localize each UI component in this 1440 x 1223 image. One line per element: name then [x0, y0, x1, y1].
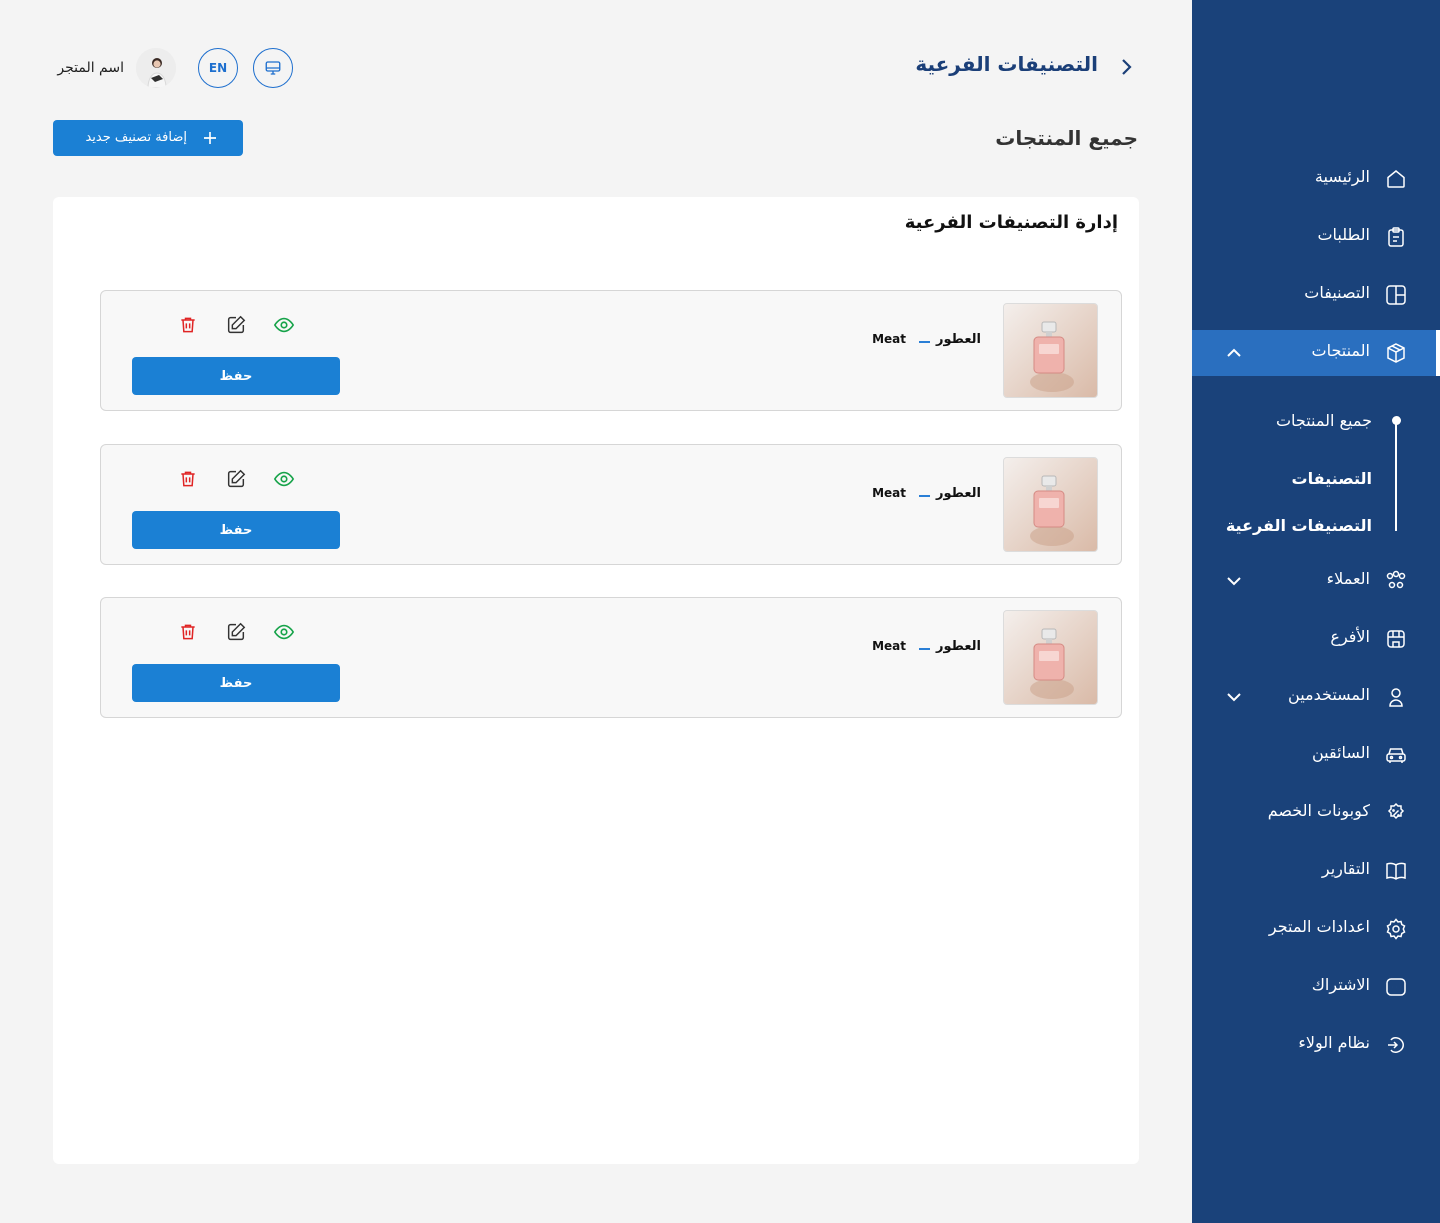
sidebar-item-coupons[interactable]: كوبونات الخصم — [1192, 790, 1440, 836]
orders-icon — [1388, 227, 1404, 247]
separator-dash — [919, 495, 930, 497]
sidebar-item-label: الأفرع — [1330, 627, 1370, 646]
section-heading: جميع المنتجات — [995, 126, 1138, 150]
product-thumbnail — [1003, 610, 1098, 705]
trash-icon[interactable] — [176, 620, 200, 644]
subcategories-panel: إدارة التصنيفات الفرعية العطور Meat حفظ … — [53, 197, 1139, 1164]
book-icon — [1386, 862, 1406, 880]
sidebar-item-label: كوبونات الخصم — [1267, 801, 1370, 820]
category-name: العطور — [936, 639, 981, 654]
subcategory-row: العطور Meat حفظ — [100, 444, 1122, 565]
avatar[interactable] — [136, 48, 176, 88]
plus-icon — [204, 132, 216, 144]
save-button[interactable]: حفظ — [132, 357, 340, 395]
sidebar-item-loyalty[interactable]: نظام الولاء — [1192, 1022, 1440, 1068]
sidebar-item-label: العملاء — [1326, 569, 1370, 588]
add-button-label: إضافة تصنيف جديد — [85, 130, 187, 145]
sidebar: الرئيسية الطلبات التصنيفات المنتجات جميع… — [1192, 0, 1440, 1223]
sidebar-item-label: السائقين — [1311, 743, 1370, 762]
avatar-image — [136, 48, 176, 88]
store-name[interactable]: اسم المتجر — [57, 60, 124, 76]
subscription-icon — [1386, 978, 1406, 996]
categories-icon — [1386, 285, 1406, 305]
sidebar-item-label: الطلبات — [1317, 225, 1370, 244]
sidebar-item-label: نظام الولاء — [1298, 1033, 1370, 1052]
box-icon — [1387, 343, 1405, 363]
display-mode-button[interactable] — [253, 48, 293, 88]
sidebar-item-label: المستخدمين — [1288, 685, 1370, 704]
save-button[interactable]: حفظ — [132, 511, 340, 549]
sidebar-subitem-subcategories[interactable]: التصنيفات الفرعية — [1226, 516, 1372, 535]
edit-icon[interactable] — [224, 313, 248, 337]
chevron-up-icon[interactable] — [1222, 341, 1246, 365]
user-icon — [1389, 688, 1403, 707]
sidebar-item-products[interactable]: المنتجات — [1192, 330, 1440, 376]
trash-icon[interactable] — [176, 467, 200, 491]
save-button[interactable]: حفظ — [132, 664, 340, 702]
category-name: العطور — [936, 332, 981, 347]
panel-title: إدارة التصنيفات الفرعية — [904, 212, 1118, 233]
subcategory-name: Meat — [872, 639, 906, 653]
subcategory-name: Meat — [872, 486, 906, 500]
sidebar-item-label: الاشتراك — [1311, 975, 1370, 994]
sidebar-subitem-categories[interactable]: التصنيفات — [1292, 469, 1372, 488]
sidebar-item-store-settings[interactable]: اعدادات المتجر — [1192, 906, 1440, 952]
sidebar-item-customers[interactable]: العملاء — [1192, 558, 1440, 604]
sidebar-item-categories[interactable]: التصنيفات — [1192, 272, 1440, 318]
settings-icon — [1386, 918, 1406, 940]
home-icon — [1387, 170, 1405, 188]
sidebar-item-orders[interactable]: الطلبات — [1192, 214, 1440, 260]
sidebar-item-label: التصنيفات — [1304, 283, 1370, 302]
car-icon — [1386, 748, 1406, 763]
perfume-image — [1004, 304, 1097, 397]
chevron-down-icon[interactable] — [1222, 569, 1246, 593]
submenu-dot — [1392, 416, 1401, 425]
language-button[interactable]: EN — [198, 48, 238, 88]
add-subcategory-button[interactable]: إضافة تصنيف جديد — [53, 120, 243, 156]
sidebar-item-label: المنتجات — [1311, 341, 1371, 360]
sidebar-item-label: اعدادات المتجر — [1268, 917, 1370, 936]
sidebar-subitem-all-products[interactable]: جميع المنتجات — [1276, 411, 1372, 430]
sidebar-item-reports[interactable]: التقارير — [1192, 848, 1440, 894]
perfume-image — [1004, 611, 1097, 704]
sidebar-item-home[interactable]: الرئيسية — [1192, 156, 1440, 202]
store-icon — [1387, 630, 1405, 648]
customers-icon — [1386, 570, 1406, 589]
subcategory-name: Meat — [872, 332, 906, 346]
separator-dash — [919, 341, 930, 343]
perfume-image — [1004, 458, 1097, 551]
sidebar-item-label: الرئيسية — [1314, 167, 1370, 186]
category-name: العطور — [936, 486, 981, 501]
discount-icon — [1387, 802, 1405, 820]
loyalty-icon — [1388, 1037, 1404, 1053]
subcategory-row: العطور Meat حفظ — [100, 290, 1122, 411]
eye-icon[interactable] — [272, 620, 296, 644]
sidebar-item-users[interactable]: المستخدمين — [1192, 674, 1440, 720]
sidebar-item-branches[interactable]: الأفرع — [1192, 616, 1440, 662]
separator-dash — [919, 648, 930, 650]
eye-icon[interactable] — [272, 313, 296, 337]
trash-icon[interactable] — [176, 313, 200, 337]
sidebar-item-subscription[interactable]: الاشتراك — [1192, 964, 1440, 1010]
product-thumbnail — [1003, 457, 1098, 552]
submenu-line — [1395, 421, 1397, 531]
sidebar-item-label: التقارير — [1321, 859, 1370, 878]
product-thumbnail — [1003, 303, 1098, 398]
page-title: التصنيفات الفرعية — [915, 52, 1098, 76]
active-indicator — [1436, 330, 1440, 376]
sidebar-item-drivers[interactable]: السائقين — [1192, 732, 1440, 778]
edit-icon[interactable] — [224, 467, 248, 491]
monitor-icon — [265, 61, 281, 75]
chevron-right-icon[interactable] — [1114, 55, 1138, 79]
edit-icon[interactable] — [224, 620, 248, 644]
eye-icon[interactable] — [272, 467, 296, 491]
subcategory-row: العطور Meat حفظ — [100, 597, 1122, 718]
chevron-down-icon[interactable] — [1222, 685, 1246, 709]
